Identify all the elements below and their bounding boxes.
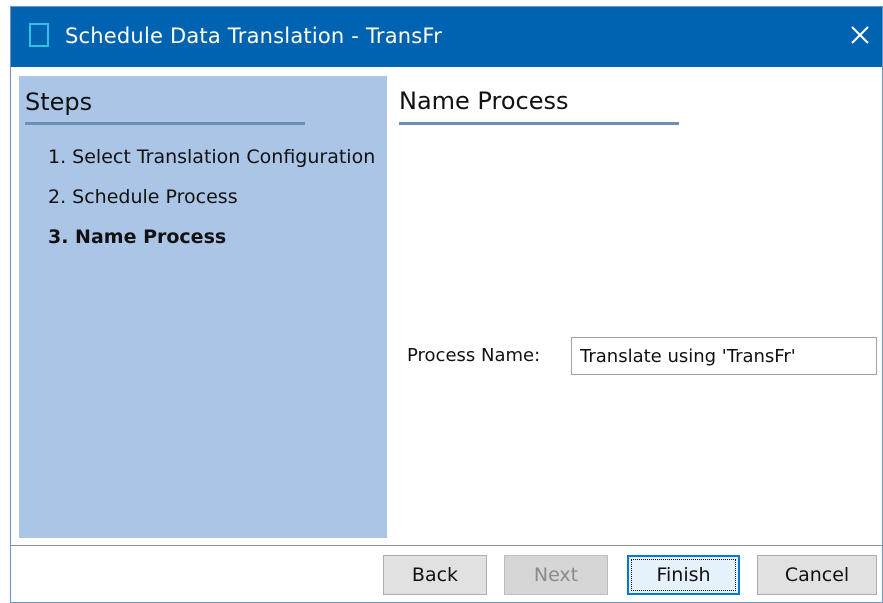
back-button[interactable]: Back xyxy=(383,555,487,595)
steps-divider xyxy=(25,122,305,125)
page-title: Name Process xyxy=(399,87,569,115)
close-icon xyxy=(851,26,869,44)
next-button-disabled: Next xyxy=(504,555,608,595)
focus-outline xyxy=(631,559,736,591)
cancel-button[interactable]: Cancel xyxy=(757,555,877,595)
steps-heading: Steps xyxy=(25,88,93,116)
window-title: Schedule Data Translation - TransFr xyxy=(65,24,443,48)
steps-panel: Steps 1. Select Translation Configuratio… xyxy=(19,76,387,538)
page-title-divider xyxy=(399,122,679,125)
app-icon xyxy=(29,23,49,47)
step-name-process-current: 3. Name Process xyxy=(48,226,227,248)
process-name-input[interactable] xyxy=(571,337,877,375)
footer-divider xyxy=(11,545,882,546)
dialog-window: Schedule Data Translation - TransFr Step… xyxy=(10,6,883,603)
finish-button[interactable]: Finish xyxy=(627,555,740,595)
title-bar[interactable]: Schedule Data Translation - TransFr xyxy=(11,7,882,67)
process-name-label: Process Name: xyxy=(407,345,541,366)
close-button[interactable] xyxy=(840,13,880,57)
step-select-translation-configuration: 1. Select Translation Configuration xyxy=(48,146,376,168)
step-schedule-process: 2. Schedule Process xyxy=(48,186,238,208)
